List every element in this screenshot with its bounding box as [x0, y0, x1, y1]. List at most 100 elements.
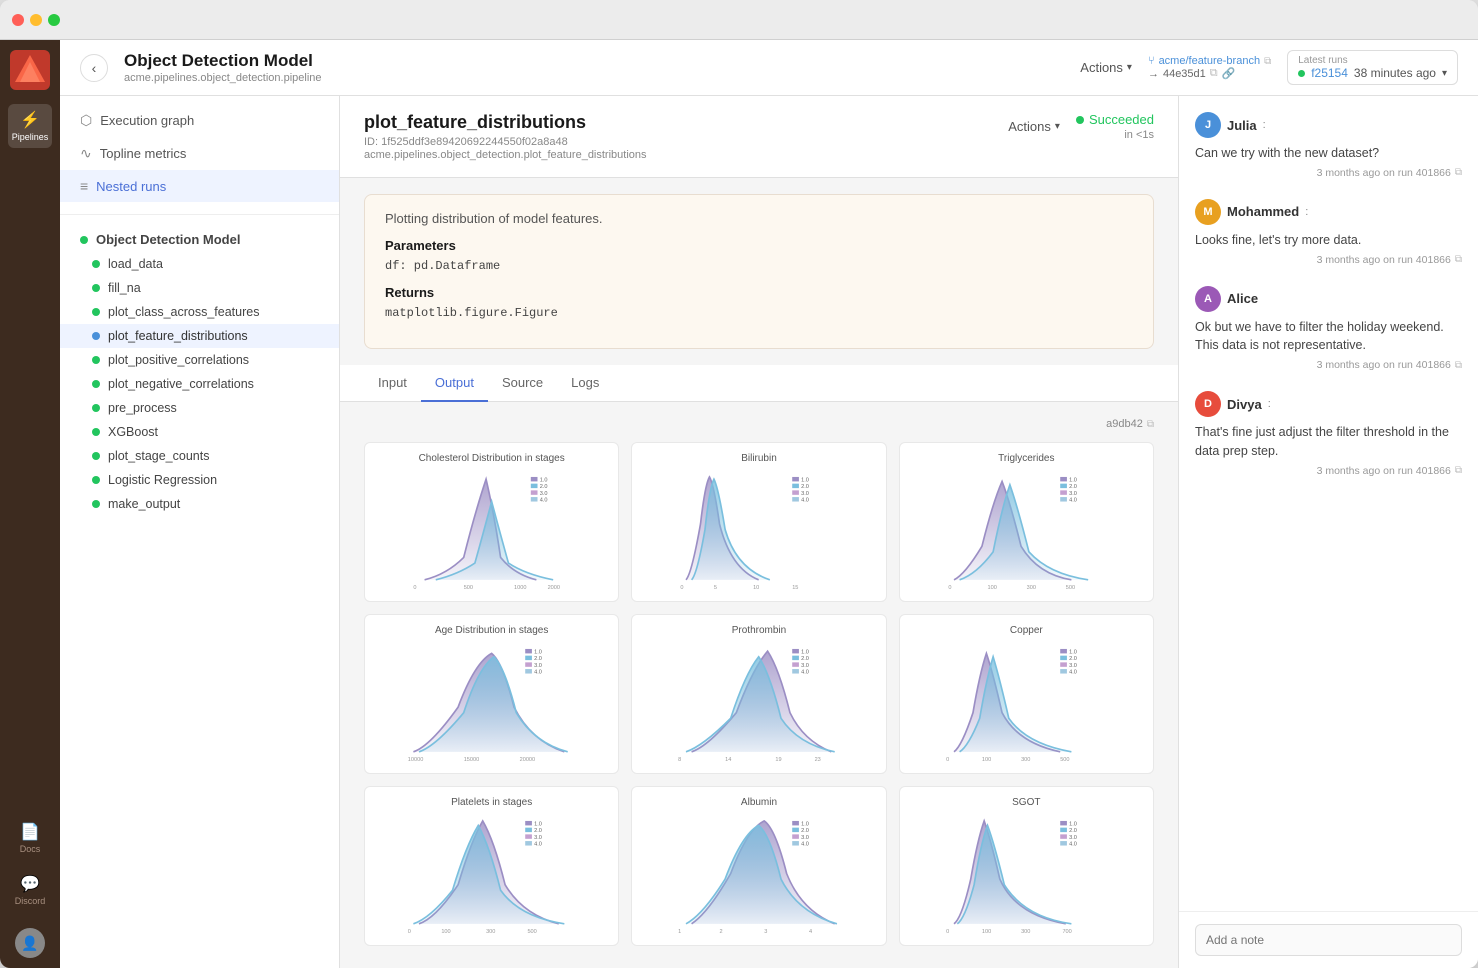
step-path: acme.pipelines.object_detection.plot_fea…	[364, 149, 1008, 161]
svg-text:2.0: 2.0	[534, 656, 542, 662]
maximize-button[interactable]	[48, 14, 60, 26]
step-title: plot_feature_distributions	[364, 112, 1008, 133]
svg-text:10: 10	[753, 585, 759, 591]
execution-graph-icon: ⬡	[80, 112, 92, 129]
comment-text: That's fine just adjust the filter thres…	[1195, 423, 1462, 461]
svg-text:0: 0	[681, 585, 684, 591]
svg-text:8: 8	[678, 757, 681, 763]
commit-link-icon[interactable]: 🔗	[1222, 67, 1236, 80]
svg-text:100: 100	[982, 929, 991, 935]
app-body: ⚡ Pipelines 📄 Docs 💬 Discord 👤 ‹	[0, 40, 1478, 968]
status-dot	[1076, 116, 1084, 124]
svg-text:500: 500	[1065, 585, 1074, 591]
back-button[interactable]: ‹	[80, 54, 108, 82]
run-dropdown-icon[interactable]: ▾	[1442, 68, 1447, 79]
comment-input-area	[1179, 911, 1478, 968]
copy-branch-icon[interactable]: ⧉	[1264, 56, 1271, 67]
svg-text:300: 300	[1021, 757, 1030, 763]
close-button[interactable]	[12, 14, 24, 26]
doc-description: Plotting distribution of model features.	[385, 211, 1133, 226]
chart-area: 1.0 2.0 3.0 4.0 0 100	[910, 812, 1143, 935]
user-avatar[interactable]: 👤	[15, 928, 45, 958]
svg-text:3.0: 3.0	[1069, 663, 1077, 669]
svg-text:2.0: 2.0	[1069, 656, 1077, 662]
tree-root[interactable]: Object Detection Model	[60, 227, 339, 252]
svg-text:100: 100	[441, 929, 450, 935]
status-time: in <1s	[1124, 129, 1154, 141]
doc-params-section: Parameters df: pd.Dataframe	[385, 238, 1133, 273]
comment-meta: 3 months ago on run 401866 ⧉	[1195, 254, 1462, 266]
tree-item-plot_positive_correlations[interactable]: plot_positive_correlations	[60, 348, 339, 372]
nested-runs-icon: ≡	[80, 178, 88, 194]
comment-author: J Julia :	[1195, 112, 1462, 138]
svg-text:23: 23	[815, 757, 821, 763]
step-header-right: Actions ▾ Succeeded in <1s	[1008, 112, 1154, 141]
chart-copper: Copper 1.0 2.0	[899, 614, 1154, 774]
tab-input[interactable]: Input	[364, 365, 421, 402]
copy-commit-icon[interactable]: ⧉	[1210, 67, 1218, 80]
svg-text:3.0: 3.0	[1069, 491, 1077, 497]
svg-text:100: 100	[987, 585, 996, 591]
nav-sidebar: ⚡ Pipelines 📄 Docs 💬 Discord 👤	[0, 40, 60, 968]
tree-item-plot_negative_correlations[interactable]: plot_negative_correlations	[60, 372, 339, 396]
tree-item-fill_na[interactable]: fill_na	[60, 276, 339, 300]
load-data-dot	[92, 260, 100, 268]
tab-source[interactable]: Source	[488, 365, 557, 402]
tree-item-logistic_regression[interactable]: Logistic Regression	[60, 468, 339, 492]
tree-item-plot_feature_distributions[interactable]: plot_feature_distributions	[60, 324, 339, 348]
tree-item-load_data[interactable]: load_data	[60, 252, 339, 276]
commit-row: → 44e35d1 ⧉ 🔗	[1148, 67, 1235, 80]
sidebar-item-discord[interactable]: 💬 Discord	[8, 868, 52, 912]
add-note-input[interactable]	[1195, 924, 1462, 956]
chart-area: 1.0 2.0 3.0 4.0 0	[375, 468, 608, 591]
root-status-dot	[80, 236, 88, 244]
tree-item-xgboost[interactable]: XGBoost	[60, 420, 339, 444]
tab-output[interactable]: Output	[421, 365, 488, 402]
chart-area: 1.0 2.0 3.0 4.0 0 100	[910, 640, 1143, 763]
plot-class-dot	[92, 308, 100, 316]
copy-hash-icon[interactable]: ⧉	[1147, 419, 1154, 430]
svg-text:500: 500	[1060, 757, 1069, 763]
svg-text:2.0: 2.0	[1069, 484, 1077, 490]
step-actions-button[interactable]: Actions ▾	[1008, 119, 1060, 134]
chart-platelets: Platelets in stages 1.0 2.0	[364, 786, 619, 946]
author-name: Divya	[1227, 397, 1262, 412]
comment-meta: 3 months ago on run 401866 ⧉	[1195, 359, 1462, 371]
run-status-dot	[1298, 70, 1305, 77]
copy-comment-icon[interactable]: ⧉	[1455, 360, 1462, 371]
tree-item-make_output[interactable]: make_output	[60, 492, 339, 516]
tree-item-plot_class_across_features[interactable]: plot_class_across_features	[60, 300, 339, 324]
copy-comment-icon[interactable]: ⧉	[1455, 167, 1462, 178]
comment-author: A Alice	[1195, 286, 1462, 312]
sidebar-item-docs[interactable]: 📄 Docs	[8, 816, 52, 860]
copy-comment-icon[interactable]: ⧉	[1455, 465, 1462, 476]
menu-item-execution-graph[interactable]: ⬡ Execution graph	[60, 104, 339, 137]
copy-comment-icon[interactable]: ⧉	[1455, 254, 1462, 265]
svg-text:2000: 2000	[548, 585, 560, 591]
comment-item: D Divya : That's fine just adjust the fi…	[1195, 391, 1462, 477]
chart-bilirubin: Bilirubin 1.0 2.0	[631, 442, 886, 602]
svg-text:1.0: 1.0	[801, 649, 809, 655]
svg-text:100: 100	[982, 757, 991, 763]
svg-text:2.0: 2.0	[801, 484, 809, 490]
page-subtitle: acme.pipelines.object_detection.pipeline	[124, 72, 1064, 84]
params-label: Parameters	[385, 238, 1133, 253]
tree-section: Object Detection Model load_data fill_na	[60, 219, 339, 524]
menu-item-nested-runs[interactable]: ≡ Nested runs	[60, 170, 339, 202]
svg-text:1.0: 1.0	[540, 477, 548, 483]
menu-item-topline-metrics[interactable]: ∿ Topline metrics	[60, 137, 339, 170]
svg-text:0: 0	[948, 585, 951, 591]
svg-text:1: 1	[678, 929, 681, 935]
discord-icon: 💬	[20, 874, 40, 894]
latest-runs-content: f25154 38 minutes ago ▾	[1298, 66, 1447, 80]
svg-text:2.0: 2.0	[801, 828, 809, 834]
comment-meta: 3 months ago on run 401866 ⧉	[1195, 167, 1462, 179]
tree-item-plot_stage_counts[interactable]: plot_stage_counts	[60, 444, 339, 468]
tab-logs[interactable]: Logs	[557, 365, 613, 402]
sidebar-item-pipelines[interactable]: ⚡ Pipelines	[8, 104, 52, 148]
center-panel: plot_feature_distributions ID: 1f525ddf3…	[340, 96, 1178, 968]
chevron-down-icon: ▾	[1127, 62, 1132, 73]
minimize-button[interactable]	[30, 14, 42, 26]
tree-item-pre_process[interactable]: pre_process	[60, 396, 339, 420]
actions-button[interactable]: Actions ▾	[1080, 60, 1132, 75]
